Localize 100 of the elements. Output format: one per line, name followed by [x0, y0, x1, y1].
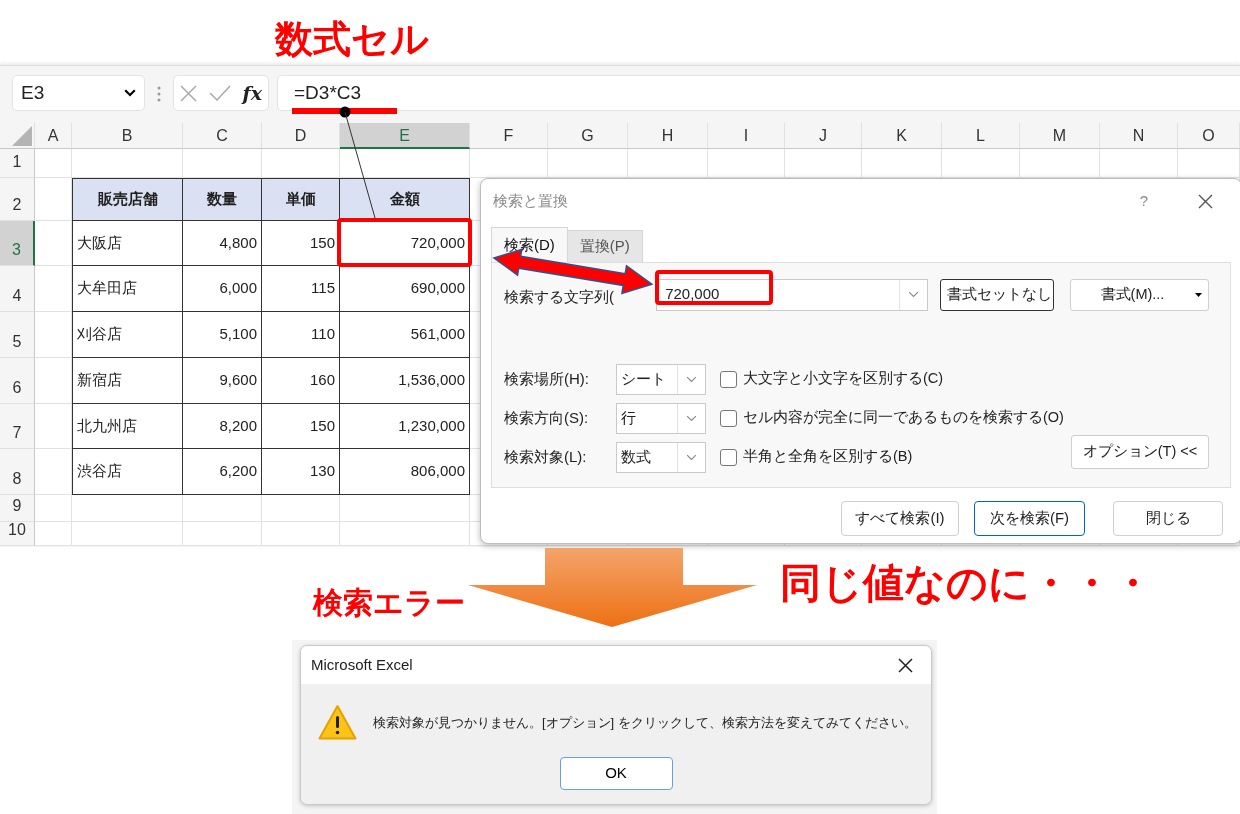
- empty-cell[interactable]: [35, 221, 72, 266]
- column-header[interactable]: O: [1178, 123, 1240, 149]
- empty-cell[interactable]: [183, 522, 262, 546]
- table-cell: 806,000: [340, 449, 470, 495]
- dialog-button[interactable]: 次を検索(F): [974, 500, 1085, 536]
- column-heading: 数量: [183, 178, 262, 221]
- column-heading: 単価: [262, 178, 340, 221]
- table-cell: 大牟田店: [72, 266, 183, 312]
- field-label: 検索場所(H):: [504, 368, 590, 389]
- field-label: 検索する文字列(: [504, 287, 614, 307]
- column-header[interactable]: G: [548, 123, 628, 149]
- dialog-button[interactable]: すべて検索(I): [841, 500, 959, 536]
- search-field[interactable]: 720,000: [656, 278, 928, 311]
- row-header[interactable]: 4: [0, 266, 35, 312]
- check-icon[interactable]: [208, 85, 231, 101]
- table-cell: 6,000: [183, 266, 262, 312]
- table-cell: 大阪店: [72, 221, 183, 266]
- format-button[interactable]: 書式(M)...: [1069, 278, 1209, 311]
- checkbox[interactable]: [720, 370, 737, 388]
- column-header[interactable]: D: [262, 123, 340, 149]
- column-header[interactable]: M: [1020, 123, 1100, 149]
- row-header[interactable]: 2: [0, 178, 35, 221]
- insert-function-button[interactable]: fx: [242, 78, 262, 108]
- row-header[interactable]: 5: [0, 312, 35, 358]
- tab[interactable]: 置換(P): [566, 230, 643, 262]
- empty-cell[interactable]: [72, 522, 183, 546]
- empty-cell[interactable]: [35, 449, 72, 495]
- column-header[interactable]: F: [470, 123, 548, 149]
- table-cell: 160: [262, 358, 340, 404]
- chevron-icon: [686, 375, 697, 383]
- row-header[interactable]: 10: [0, 522, 35, 546]
- column-header[interactable]: E: [340, 123, 470, 149]
- annotation-remark: 同じ値なのに・・・: [780, 563, 1153, 604]
- empty-cell[interactable]: [262, 522, 340, 546]
- column-header[interactable]: L: [942, 123, 1020, 149]
- empty-cell[interactable]: [262, 495, 340, 522]
- table-cell: 1,536,000: [340, 358, 470, 404]
- checkbox-label: セル内容が完全に同一であるものを検索する(O): [743, 408, 1064, 428]
- cancel-icon[interactable]: [180, 84, 197, 102]
- column-header[interactable]: N: [1100, 123, 1178, 149]
- table-cell: 渋谷店: [72, 449, 183, 495]
- annotation-label: 検索エラー: [313, 588, 465, 618]
- row-header[interactable]: 7: [0, 404, 35, 449]
- empty-cell[interactable]: [35, 312, 72, 358]
- row-header[interactable]: 3: [0, 221, 35, 266]
- empty-cell[interactable]: [183, 495, 262, 522]
- checkbox-label: 半角と全角を区別する(B): [743, 447, 913, 467]
- select-all-button[interactable]: [12, 126, 32, 146]
- ok-button[interactable]: OK: [559, 757, 673, 790]
- table-cell: 115: [262, 266, 340, 312]
- column-header[interactable]: I: [708, 123, 785, 149]
- help-button[interactable]: ?: [1139, 190, 1148, 213]
- dialog-button[interactable]: 閉じる: [1113, 500, 1223, 536]
- column-header[interactable]: H: [628, 123, 708, 149]
- empty-cell[interactable]: [340, 495, 470, 522]
- empty-cell[interactable]: [72, 495, 183, 522]
- table-cell: 5,100: [183, 312, 262, 358]
- column-heading: 金額: [340, 178, 470, 221]
- dropdown[interactable]: シート: [616, 363, 706, 395]
- chevron-icon: [124, 89, 136, 97]
- field-label: 検索対象(L):: [504, 446, 588, 467]
- table-cell: 8,200: [183, 404, 262, 449]
- close-icon[interactable]: [1198, 194, 1213, 209]
- empty-cell[interactable]: [35, 404, 72, 449]
- empty-cell[interactable]: [340, 522, 470, 546]
- column-header[interactable]: A: [35, 123, 72, 149]
- close-icon[interactable]: [898, 657, 913, 673]
- table-cell: 110: [262, 312, 340, 358]
- name-box[interactable]: E3: [12, 75, 145, 111]
- table-cell: 刈谷店: [72, 312, 183, 358]
- grip-icon: [157, 86, 161, 102]
- formula-field[interactable]: =D3*C3: [277, 75, 1240, 111]
- column-heading: 販売店舗: [72, 178, 183, 221]
- empty-cell[interactable]: [35, 266, 72, 312]
- empty-cell[interactable]: [35, 358, 72, 404]
- dropdown[interactable]: 行: [616, 402, 706, 434]
- table-cell: 150: [262, 404, 340, 449]
- row-header[interactable]: 9: [0, 495, 35, 522]
- row-header[interactable]: 1: [0, 149, 35, 178]
- warning-icon: [318, 704, 357, 741]
- table-cell: 720,000: [340, 221, 470, 266]
- table-cell: 新宿店: [72, 358, 183, 404]
- annotation-title: 数式セル: [275, 20, 429, 58]
- table-cell: 4,800: [183, 221, 262, 266]
- checkbox-label: 大文字と小文字を区別する(C): [743, 369, 944, 389]
- field-label: 検索方向(S):: [504, 407, 590, 428]
- options-button[interactable]: オプション(T) <<: [1071, 434, 1209, 469]
- checkbox[interactable]: [720, 409, 737, 427]
- checkbox[interactable]: [720, 448, 737, 466]
- caret-icon: [1195, 292, 1202, 297]
- table-cell: 690,000: [340, 266, 470, 312]
- message-text: 検索対象が見つかりません。[オプション] をクリックして、検索方法を変えてみてください。: [373, 713, 917, 732]
- dropdown[interactable]: 数式: [616, 441, 706, 473]
- column-header[interactable]: C: [183, 123, 262, 149]
- row-header[interactable]: 6: [0, 358, 35, 404]
- column-header[interactable]: J: [785, 123, 862, 149]
- column-header[interactable]: K: [862, 123, 942, 149]
- row-header[interactable]: 8: [0, 449, 35, 495]
- column-header[interactable]: B: [72, 123, 183, 149]
- no-format-button[interactable]: 書式セットなし: [939, 278, 1054, 311]
